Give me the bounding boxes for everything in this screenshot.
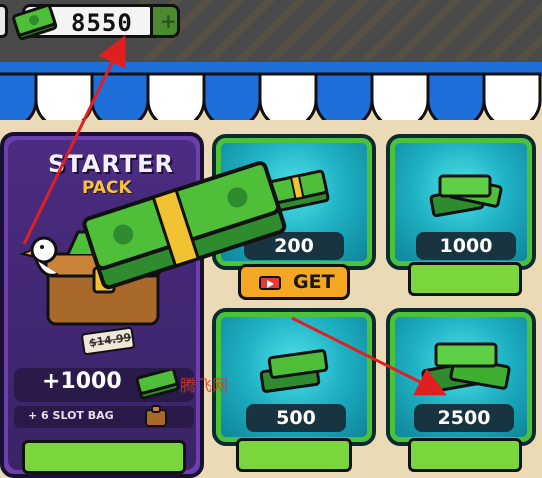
seagull-mascot [20,236,59,277]
topbar-decoration [140,0,542,60]
bonus-item-row: + 6 SLOT BAG [14,405,194,428]
bonus-item-label: + 6 SLOT BAG [28,409,114,422]
buy-1000-button[interactable] [408,262,522,296]
plus-icon: + [160,9,177,33]
old-price: $14.99 [88,330,133,350]
offer-amount: 2500 [414,404,514,432]
play-video-icon [259,276,281,290]
cash-stack-icon [421,342,511,394]
slot-bag-icon [145,405,167,427]
bonus-cash-row: +1000 [14,368,194,402]
currency-value: 8550 [71,9,133,37]
cash-stack-icon [12,6,58,40]
cash-stack-icon [136,370,180,400]
left-hud-stub[interactable] [0,4,8,38]
offer-card-2500[interactable]: 2500 [386,308,536,446]
get-button[interactable]: GET [238,264,350,300]
cash-stack-icon [266,169,330,213]
watermark: 腾飞网 [180,376,229,395]
offer-amount: 200 [244,232,344,260]
offer-card-1000[interactable]: 1000 [386,134,536,270]
starter-pack-buy-button[interactable] [22,440,186,474]
buy-2500-button[interactable] [408,438,522,472]
add-currency-button[interactable]: + [150,4,180,38]
cash-stack-icon [259,349,329,393]
cash-stack-icon [429,174,503,218]
offer-amount: 1000 [416,232,516,260]
offer-card-500[interactable]: 500 [212,308,376,446]
offer-amount: 500 [246,404,346,432]
bonus-cash-amount: +1000 [42,369,122,394]
top-bar: 8550 + [0,0,542,62]
offer-card-200[interactable]: 200 [212,134,376,270]
get-button-label: GET [293,271,335,293]
starter-pack-subtitle: PACK [82,178,132,198]
starter-pack-title: STARTER [48,150,175,178]
starter-pack-card[interactable]: STARTER PACK $14.99 +1000 + 6 SLOT BAG [0,132,204,478]
buy-500-button[interactable] [236,438,352,472]
